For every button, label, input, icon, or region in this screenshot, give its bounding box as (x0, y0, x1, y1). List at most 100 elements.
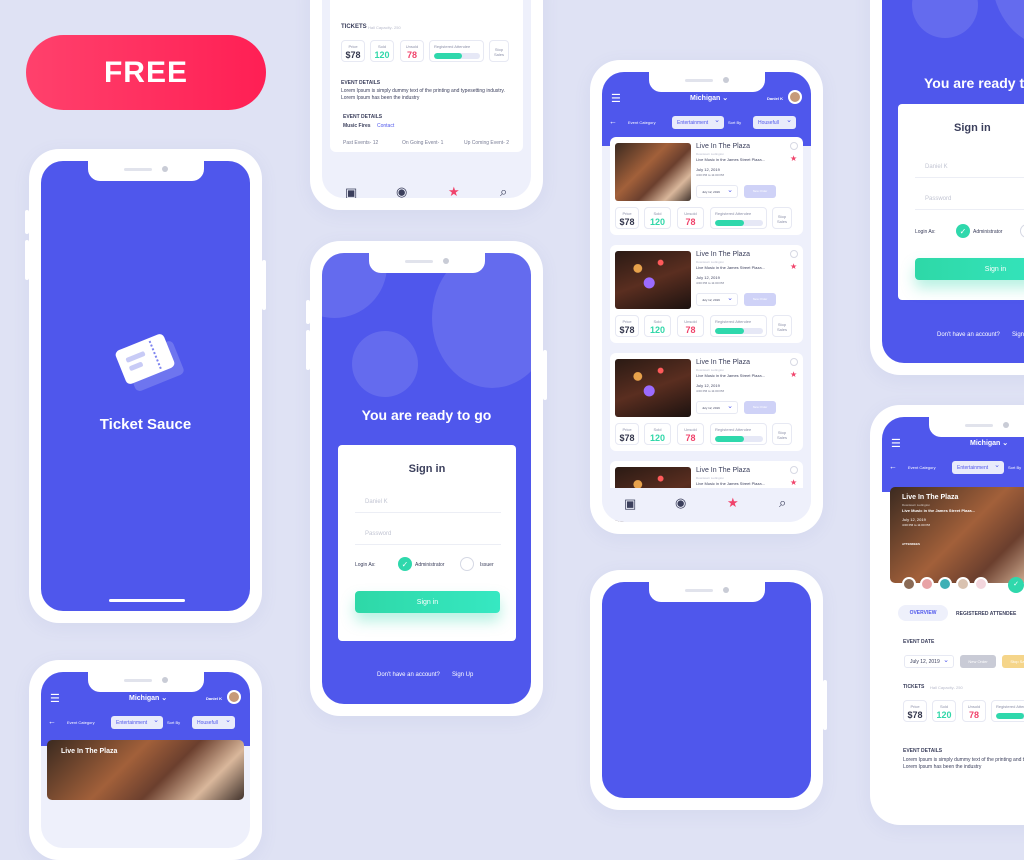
event-card[interactable]: Live In The Plaza Downtown Ludington Liv… (610, 245, 803, 343)
avatar[interactable] (227, 690, 241, 704)
sort-select[interactable]: Housefull (192, 716, 235, 729)
sign-in-button[interactable]: Sign in (355, 591, 500, 613)
password-field[interactable]: Password (915, 196, 1024, 210)
attendee-avatar[interactable] (956, 577, 970, 591)
ticket-icon (114, 333, 176, 386)
star-icon[interactable]: ★ (727, 495, 739, 511)
event-desc: Live Music in the James Street Plaza... (696, 265, 765, 270)
signin-title: Sign in (954, 122, 991, 134)
location-selector[interactable]: Michigan ⌄ (970, 439, 1008, 447)
event-time: 4:00 PM to 11:00 PM (902, 523, 930, 527)
unsold-stat: Unsold78 (677, 315, 704, 337)
stop-sales-button[interactable]: Stop Sales (772, 423, 792, 445)
issuer-label: Issuer (480, 562, 494, 568)
location-icon[interactable]: ◉ (675, 495, 686, 511)
event-desc: Live Music in the James Street Plaza... (902, 508, 975, 513)
attendee-avatar[interactable] (938, 577, 952, 591)
info-icon[interactable] (790, 250, 798, 258)
menu-icon[interactable]: ☰ (611, 92, 621, 105)
user-name: Daniel K (206, 696, 222, 701)
attendee-avatar[interactable] (902, 577, 916, 591)
notch (88, 161, 204, 181)
sign-up-link[interactable]: Sign Up (1012, 332, 1024, 338)
location-selector[interactable]: Michigan ⌄ (690, 94, 728, 102)
menu-icon[interactable]: ☰ (891, 437, 901, 450)
issuer-radio[interactable] (460, 557, 474, 571)
hall-capacity: Hall Capacity- 250 (368, 25, 401, 30)
contact-link[interactable]: Contact (377, 123, 394, 129)
phone-blank (590, 570, 823, 810)
info-icon[interactable] (790, 142, 798, 150)
search-icon[interactable]: ⌕ (779, 495, 786, 511)
password-field[interactable]: Password (355, 531, 501, 545)
event-date-label: EVENT DATE (903, 639, 934, 645)
new-order-button[interactable]: New Order (744, 185, 776, 198)
signin-card: Sign in Daniel K Password Login As: ✓ Ad… (898, 104, 1024, 300)
username-field[interactable]: Daniel K (355, 499, 501, 513)
avatar[interactable] (788, 90, 802, 104)
info-icon[interactable] (790, 466, 798, 474)
category-select[interactable]: Entertainment (111, 716, 163, 729)
calendar-icon[interactable]: ▣ (624, 496, 636, 512)
issuer-radio[interactable] (1020, 224, 1024, 238)
event-date: July 12, 2019 (696, 383, 720, 388)
sign-up-link[interactable]: Sign Up (452, 672, 473, 678)
administrator-radio[interactable]: ✓ (956, 224, 970, 238)
sort-select[interactable]: Housefull (753, 116, 796, 129)
event-card[interactable]: Live In The Plaza Downtown Ludington Liv… (610, 137, 803, 235)
date-select[interactable]: July 12, 2019 (696, 185, 738, 198)
unsold-stat: Unsold78 (677, 207, 704, 229)
stop-sales-button[interactable]: Stop Sales (1002, 655, 1024, 668)
event-desc: Live Music in the James Street Plaza... (696, 481, 765, 486)
attendee-avatar[interactable] (974, 577, 988, 591)
search-icon[interactable]: ⌕ (500, 184, 507, 198)
event-details-heading: EVENT DETAILS (903, 748, 942, 754)
administrator-label: Administrator (973, 229, 1002, 235)
back-arrow-icon[interactable]: ← (889, 462, 897, 471)
back-arrow-icon[interactable]: ← (48, 717, 56, 726)
tab-overview[interactable]: OVERVIEW (898, 605, 948, 621)
new-order-button[interactable]: New Order (744, 293, 776, 306)
sign-in-button[interactable]: Sign in (915, 258, 1024, 280)
stop-sales-button[interactable]: Stop Sales (772, 207, 792, 229)
favorite-star-icon[interactable]: ★ (790, 262, 797, 271)
date-select[interactable]: July 12, 2019 (904, 655, 954, 668)
tab-registered-attendee[interactable]: REGISTERED ATTENDEE (956, 611, 1016, 617)
location-icon[interactable]: ◉ (396, 184, 407, 198)
favorite-star-icon[interactable]: ★ (790, 154, 797, 163)
event-image (615, 143, 691, 201)
favorite-star-icon[interactable]: ★ (790, 370, 797, 379)
event-image (615, 359, 691, 417)
list-bottom-screen: ☰ Michigan ⌄ Daniel K ← Event Category E… (41, 672, 250, 848)
category-select[interactable]: Entertainment (952, 461, 1004, 474)
check-icon[interactable]: ✓ (1008, 577, 1024, 593)
notch (88, 672, 204, 692)
stop-sales-button[interactable]: Stop Sales (489, 40, 509, 62)
tickets-label: TICKETS (903, 684, 924, 690)
new-order-button[interactable]: New Order (744, 401, 776, 414)
administrator-label: Administrator (415, 562, 444, 568)
sold-stat: Sold120 (370, 40, 394, 62)
phone-list-bottom: ☰ Michigan ⌄ Daniel K ← Event Category E… (29, 660, 262, 860)
back-arrow-icon[interactable]: ← (609, 117, 617, 126)
category-select[interactable]: Entertainment (672, 116, 724, 129)
username-field[interactable]: Daniel K (915, 164, 1024, 178)
date-select[interactable]: July 12, 2019 (696, 293, 738, 306)
user-name: Daniel K (767, 96, 783, 101)
menu-icon[interactable]: ☰ (50, 692, 60, 705)
info-icon[interactable] (790, 358, 798, 366)
location-selector[interactable]: Michigan ⌄ (129, 694, 167, 702)
stop-sales-button[interactable]: Stop Sales (772, 315, 792, 337)
date-select[interactable]: July 12, 2019 (696, 401, 738, 414)
calendar-icon[interactable]: ▣ (345, 185, 357, 198)
favorite-star-icon[interactable]: ★ (790, 478, 797, 487)
splash-screen: Ticket Sauce (41, 161, 250, 611)
new-order-button[interactable]: New Order (960, 655, 996, 668)
event-time: 4:00 PM to 11:00 PM (696, 389, 724, 393)
event-card[interactable]: Live In The Plaza Downtown Ludington Liv… (610, 353, 803, 451)
attendee-avatar[interactable] (920, 577, 934, 591)
price-stat: Price$78 (615, 423, 639, 445)
administrator-radio[interactable]: ✓ (398, 557, 412, 571)
event-details-text: Lorem Ipsum is simply dummy text of the … (341, 88, 513, 102)
star-icon[interactable]: ★ (448, 184, 460, 198)
